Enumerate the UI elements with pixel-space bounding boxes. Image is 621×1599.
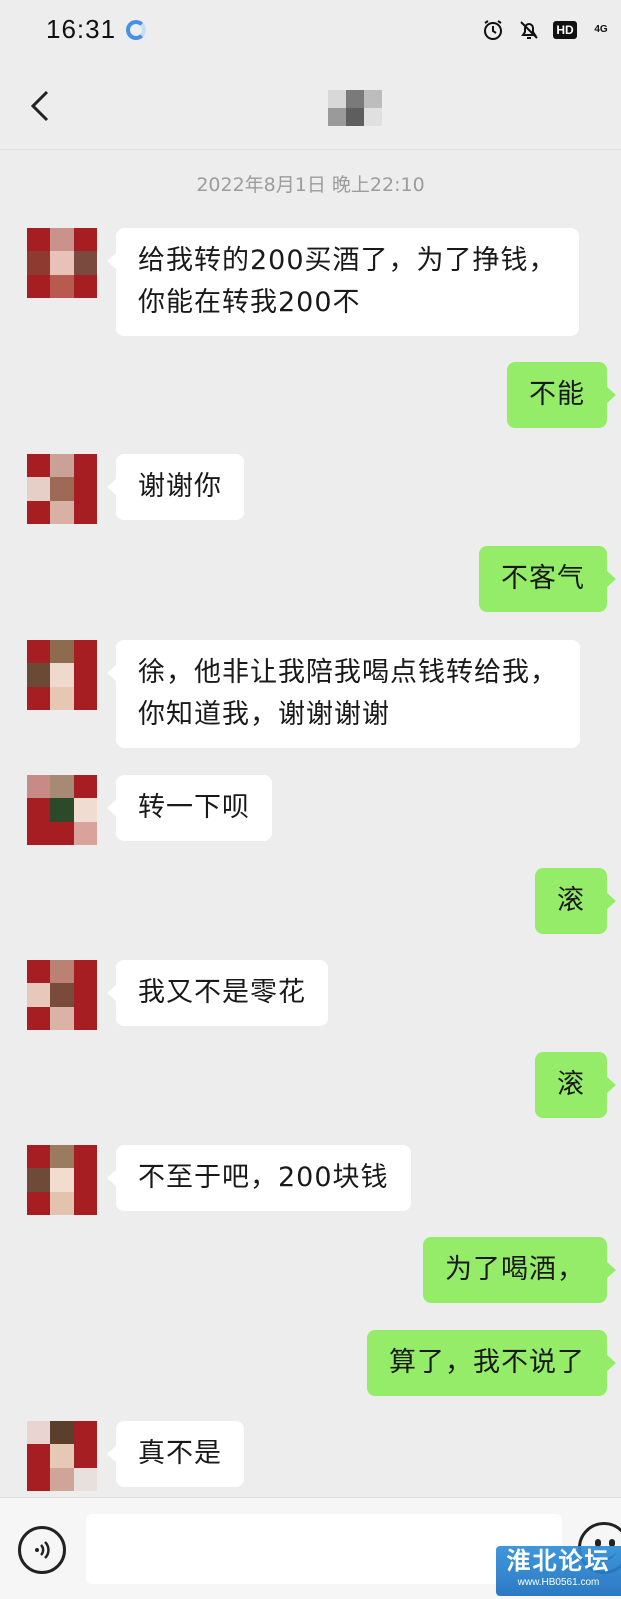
contact-name-pixelated xyxy=(328,90,382,126)
message-input[interactable] xyxy=(86,1514,562,1584)
message-bubble[interactable]: 我又不是零花 xyxy=(107,960,328,1026)
message-bubble[interactable]: 滚 xyxy=(535,1052,616,1118)
avatar[interactable] xyxy=(27,228,97,298)
avatar[interactable] xyxy=(27,1145,97,1215)
avatar[interactable] xyxy=(27,960,97,1030)
status-icons: HD 4G xyxy=(481,18,613,42)
message-bubble[interactable]: 不能 xyxy=(507,362,616,428)
message-bubble[interactable]: 算了，我不说了 xyxy=(367,1330,616,1396)
message-bubble[interactable]: 不客气 xyxy=(479,546,616,612)
hd-icon: HD xyxy=(553,18,577,42)
avatar[interactable] xyxy=(27,1421,97,1491)
avatar[interactable] xyxy=(27,640,97,710)
message-bubble[interactable]: 为了喝酒， xyxy=(423,1237,616,1303)
message-bubble[interactable]: 转一下呗 xyxy=(107,775,272,841)
status-time: 16:31 xyxy=(46,14,117,44)
voice-icon xyxy=(35,1541,50,1559)
message-bubble[interactable]: 滚 xyxy=(535,868,616,934)
voice-button[interactable] xyxy=(18,1526,66,1574)
watermark-url: www.HB0561.com xyxy=(517,1577,600,1588)
loading-icon xyxy=(126,20,146,40)
watermark-title: 淮北论坛 xyxy=(506,1547,611,1575)
alarm-icon xyxy=(481,18,505,42)
message-bubble[interactable]: 不至于吧，200块钱 xyxy=(107,1145,411,1211)
forum-watermark: 淮北论坛 www.HB0561.com xyxy=(496,1546,621,1596)
message-bubble[interactable]: 徐，他非让我陪我喝点钱转给我， 你知道我，谢谢谢谢 xyxy=(107,640,580,748)
avatar[interactable] xyxy=(27,454,97,524)
mute-bell-icon xyxy=(517,18,541,42)
message-bubble[interactable]: 给我转的200买酒了，为了挣钱， 你能在转我200不 xyxy=(107,228,579,336)
back-button[interactable] xyxy=(18,84,62,128)
message-bubble[interactable]: 真不是 xyxy=(107,1421,244,1487)
chevron-left-icon xyxy=(30,90,49,122)
chat-timestamp: 2022年8月1日 晚上22:10 xyxy=(196,174,425,196)
chat-header xyxy=(0,62,621,150)
status-bar: 16:31 HD 4G xyxy=(0,0,621,62)
avatar[interactable] xyxy=(27,775,97,845)
message-bubble[interactable]: 谢谢你 xyxy=(107,454,244,520)
network-icon: 4G xyxy=(594,24,608,35)
